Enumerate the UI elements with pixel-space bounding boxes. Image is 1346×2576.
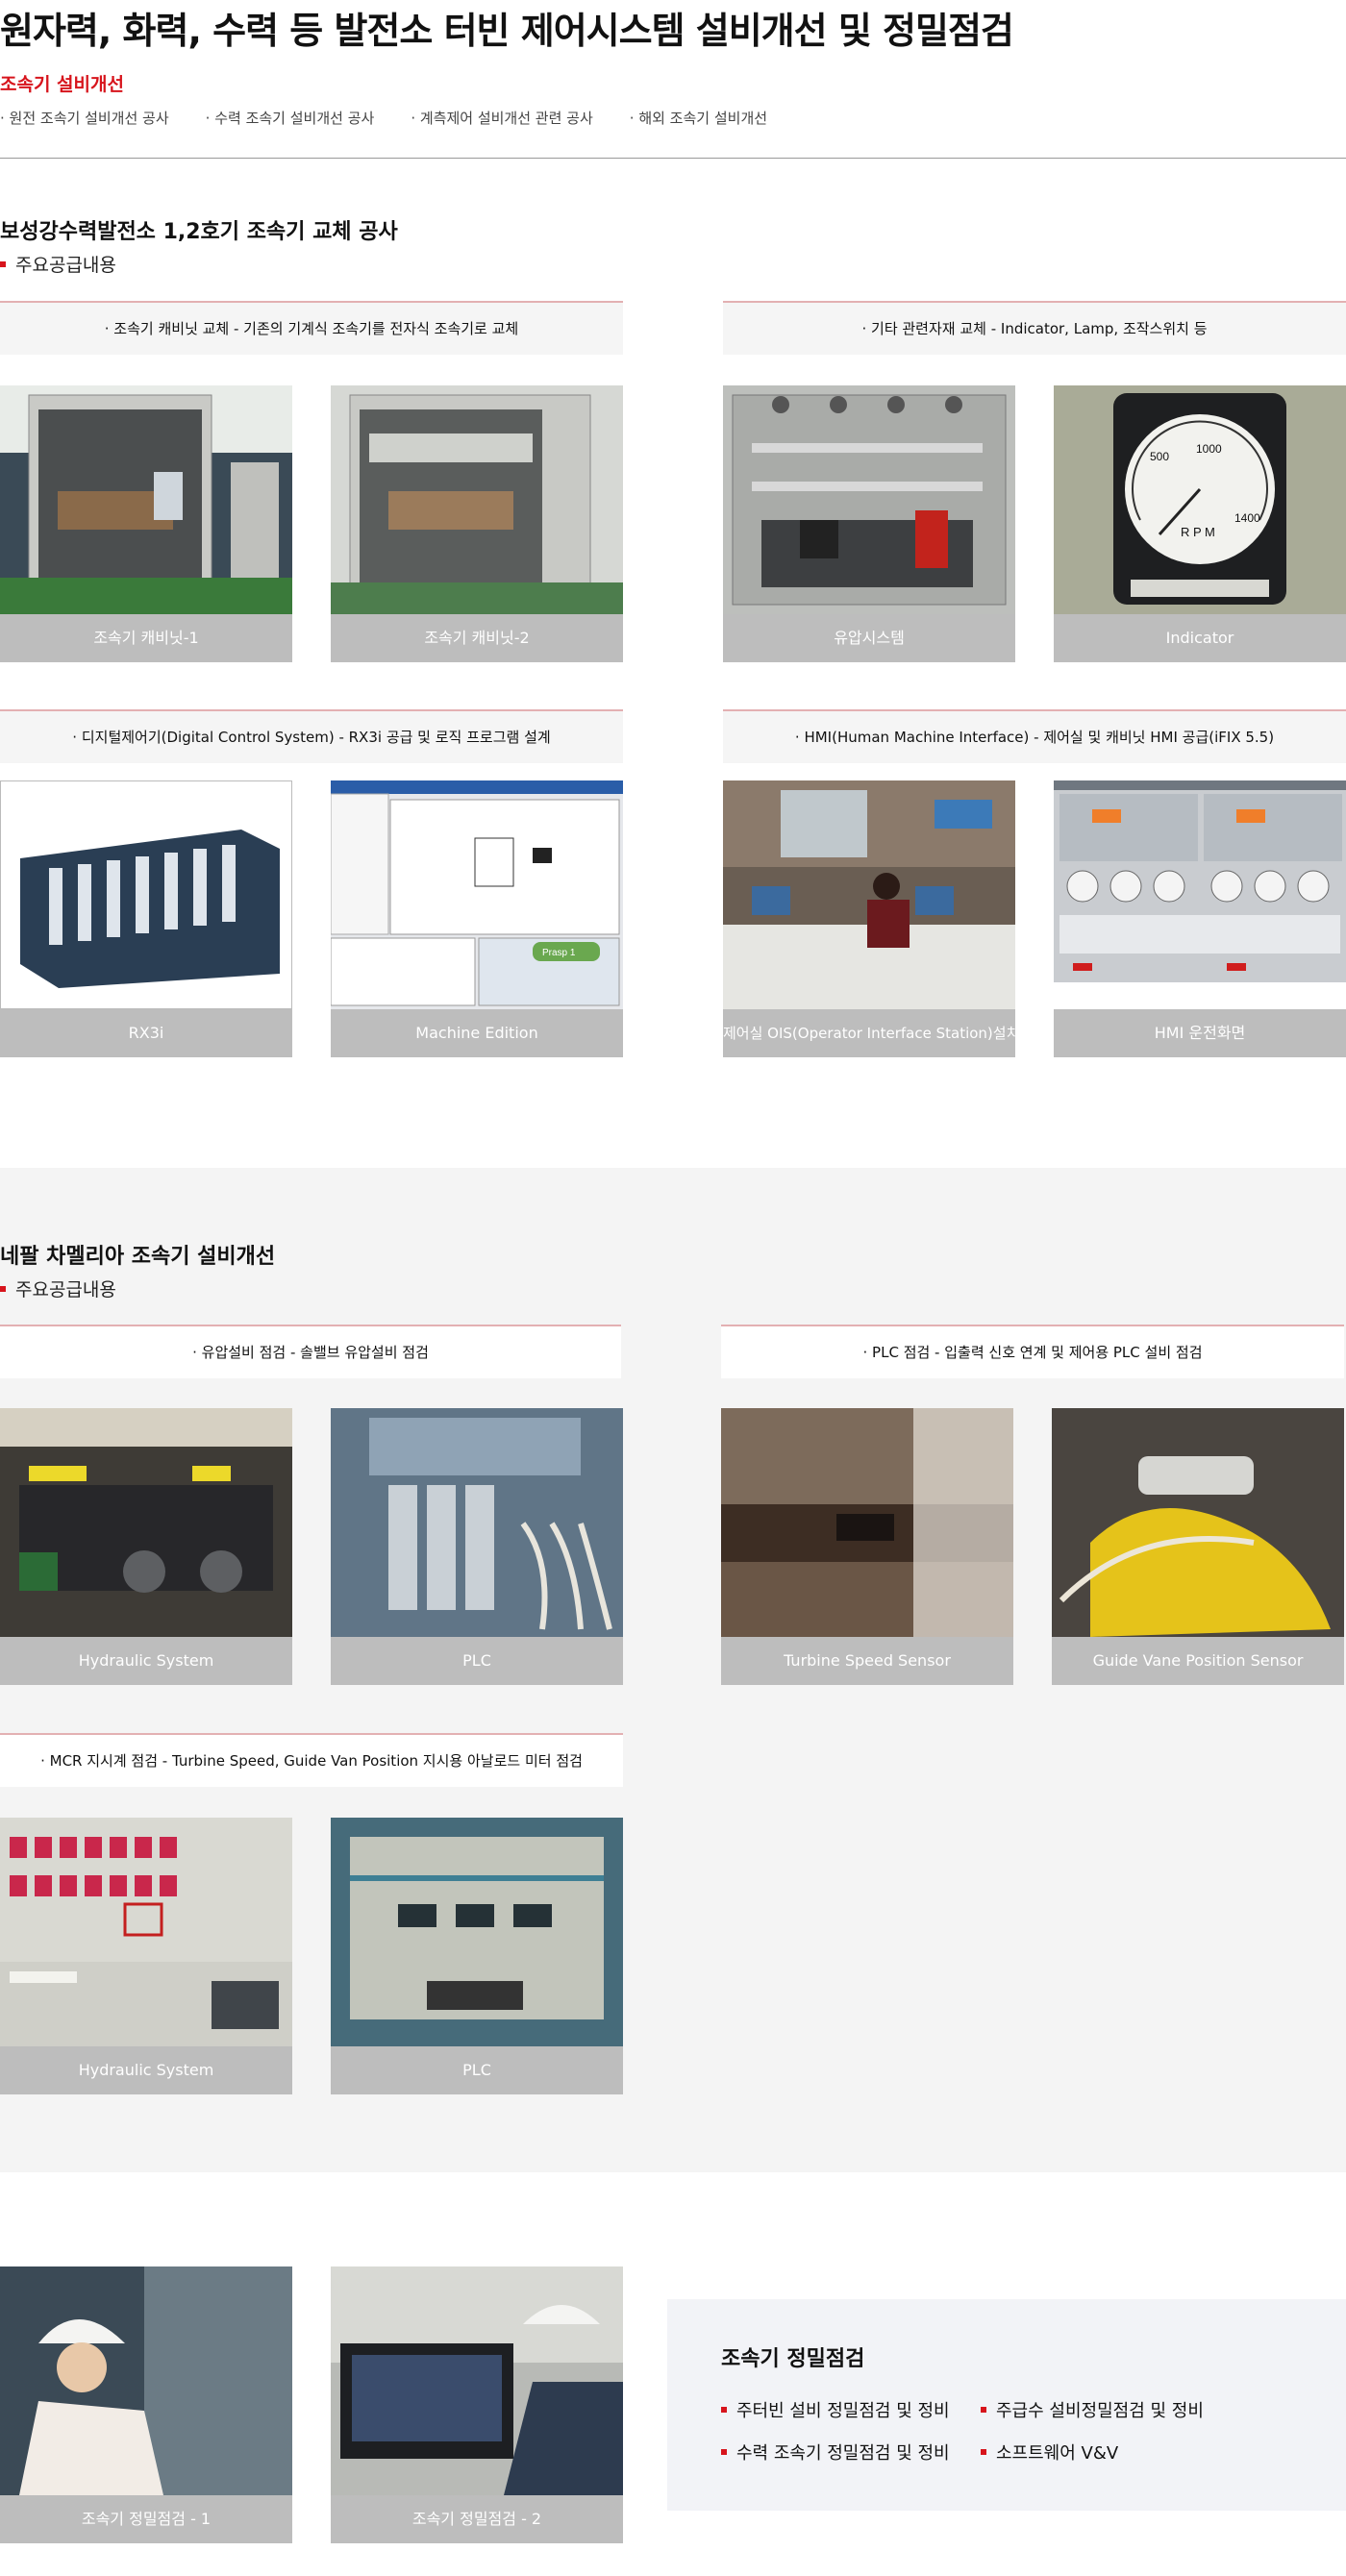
inspection-item: 소프트웨어 V&V (981, 2440, 1269, 2465)
rx3i-photo (0, 780, 292, 1009)
photo-card[interactable]: Hydraulic System (0, 1818, 292, 2094)
photo-caption: 조속기 정밀점검 - 2 (331, 2495, 623, 2543)
meter-photo (331, 1818, 623, 2046)
photo-card[interactable]: 조속기 캐비닛-1 (0, 385, 292, 662)
page: 원자력, 화력, 수력 등 발전소 터빈 제어시스템 설비개선 및 정밀점검 조… (0, 0, 1346, 2576)
photo-card[interactable]: RX3i (0, 780, 292, 1057)
photo-caption: 조속기 캐비닛-1 (0, 614, 292, 662)
photo-caption: RX3i (0, 1009, 292, 1057)
section-nepal: 네팔 차멜리아 조속기 설비개선 주요공급내용 유압설비 점검 - 솔밸브 유압… (0, 1168, 1346, 2172)
cabinet-photo (331, 385, 623, 614)
photo-card[interactable]: Hydraulic System (0, 1408, 292, 1685)
hydraulic-photo (723, 385, 1015, 614)
sensor-photo (1052, 1408, 1344, 1637)
supply-bar: PLC 점검 - 입출력 신호 연계 및 제어용 PLC 설비 점검 (721, 1325, 1344, 1378)
sub-nav-link[interactable]: 해외 조속기 설비개선 (630, 104, 767, 133)
photo-caption: HMI 운전화면 (1054, 1009, 1346, 1057)
mcr-panel-photo (0, 1818, 292, 2046)
sub-nav-link[interactable]: 계측제어 설비개선 관련 공사 (411, 104, 593, 133)
photo-card[interactable]: 500 1000 1400 R P M Indicator (1054, 385, 1346, 662)
supply-bar: 기타 관련자재 교체 - Indicator, Lamp, 조작스위치 등 (723, 301, 1346, 355)
page-header: 원자력, 화력, 수력 등 발전소 터빈 제어시스템 설비개선 및 정밀점검 조… (0, 0, 1346, 133)
photo-card[interactable]: 조속기 캐비닛-2 (331, 385, 623, 662)
inspection-item: 주급수 설비정밀점검 및 정비 (981, 2397, 1269, 2422)
inspection-photo (331, 2266, 623, 2495)
sub-nav-link[interactable]: 원전 조속기 설비개선 공사 (0, 104, 169, 133)
inspection-title: 조속기 정밀점검 (721, 2347, 865, 2371)
gauge-label: 500 (1150, 450, 1169, 463)
photo-caption: PLC (331, 1637, 623, 1685)
photo-card[interactable]: Prasp 1 Machine Edition (331, 780, 623, 1057)
photo-caption: 제어실 OIS(Operator Interface Station)설치 (723, 1009, 1015, 1057)
photo-caption: Machine Edition (331, 1009, 623, 1057)
gauge-label: 1000 (1196, 442, 1222, 456)
gauge-label: 1400 (1234, 511, 1260, 525)
software-screenshot: Prasp 1 (331, 780, 623, 1009)
photo-caption: PLC (331, 2046, 623, 2094)
section-title: 보성강수력발전소 1,2호기 조속기 교체 공사 (0, 220, 398, 244)
plc-photo (331, 1408, 623, 1637)
inspection-item: 주터빈 설비 정밀점검 및 정비 (721, 2397, 981, 2422)
inspection-summary: 조속기 정밀점검 주터빈 설비 정밀점검 및 정비 주급수 설비정밀점검 및 정… (667, 2299, 1346, 2511)
photo-caption: Guide Vane Position Sensor (1052, 1637, 1344, 1685)
photo-caption: Hydraulic System (0, 1637, 292, 1685)
hmi-screen (1054, 780, 1346, 1009)
supply-bar: HMI(Human Machine Interface) - 제어실 및 캐비닛… (723, 709, 1346, 763)
supply-bar: 조속기 캐비닛 교체 - 기존의 기계식 조속기를 전자식 조속기로 교체 (0, 301, 623, 355)
supply-bar: 디지털제어기(Digital Control System) - RX3i 공급… (0, 709, 623, 763)
section-boseong: 보성강수력발전소 1,2호기 조속기 교체 공사 주요공급내용 조속기 캐비닛 … (0, 159, 1346, 1168)
photo-card[interactable]: PLC (331, 1408, 623, 1685)
sub-nav-link[interactable]: 수력 조속기 설비개선 공사 (206, 104, 374, 133)
indicator-photo: 500 1000 1400 R P M (1054, 385, 1346, 614)
sub-nav: 원전 조속기 설비개선 공사 수력 조속기 설비개선 공사 계측제어 설비개선 … (0, 104, 1346, 133)
cabinet-photo (0, 385, 292, 614)
inspection-list: 주터빈 설비 정밀점검 및 정비 주급수 설비정밀점검 및 정비 수력 조속기 … (721, 2397, 1298, 2465)
gauge-label: R P M (1181, 525, 1215, 539)
section-accent-title: 조속기 설비개선 (0, 74, 124, 95)
photo-card[interactable]: PLC (331, 1818, 623, 2094)
control-room-photo (723, 780, 1015, 1009)
photo-card[interactable]: HMI 운전화면 (1054, 780, 1346, 1057)
photo-caption: Hydraulic System (0, 2046, 292, 2094)
section-title: 네팔 차멜리아 조속기 설비개선 (0, 1245, 276, 1269)
photo-caption: 조속기 정밀점검 - 1 (0, 2495, 292, 2543)
photo-caption: Indicator (1054, 614, 1346, 662)
screen-label: Prasp 1 (542, 948, 576, 958)
photo-caption: 유압시스템 (723, 614, 1015, 662)
section-subtitle: 주요공급내용 (0, 251, 116, 277)
photo-card[interactable]: 조속기 정밀점검 - 2 (331, 2266, 623, 2543)
photo-card[interactable]: 제어실 OIS(Operator Interface Station)설치 (723, 780, 1015, 1057)
page-title: 원자력, 화력, 수력 등 발전소 터빈 제어시스템 설비개선 및 정밀점검 (0, 10, 1014, 52)
inspection-item: 수력 조속기 정밀점검 및 정비 (721, 2440, 981, 2465)
photo-caption: 조속기 캐비닛-2 (331, 614, 623, 662)
photo-card[interactable]: Turbine Speed Sensor (721, 1408, 1013, 1685)
sensor-photo (721, 1408, 1013, 1637)
photo-card[interactable]: 조속기 정밀점검 - 1 (0, 2266, 292, 2543)
photo-card[interactable]: 유압시스템 (723, 385, 1015, 662)
hydraulic-photo (0, 1408, 292, 1637)
photo-caption: Turbine Speed Sensor (721, 1637, 1013, 1685)
supply-bar: MCR 지시계 점검 - Turbine Speed, Guide Van Po… (0, 1733, 623, 1787)
supply-bar: 유압설비 점검 - 솔밸브 유압설비 점검 (0, 1325, 621, 1378)
photo-card[interactable]: Guide Vane Position Sensor (1052, 1408, 1344, 1685)
inspection-photo (0, 2266, 292, 2495)
section-subtitle: 주요공급내용 (0, 1276, 116, 1301)
